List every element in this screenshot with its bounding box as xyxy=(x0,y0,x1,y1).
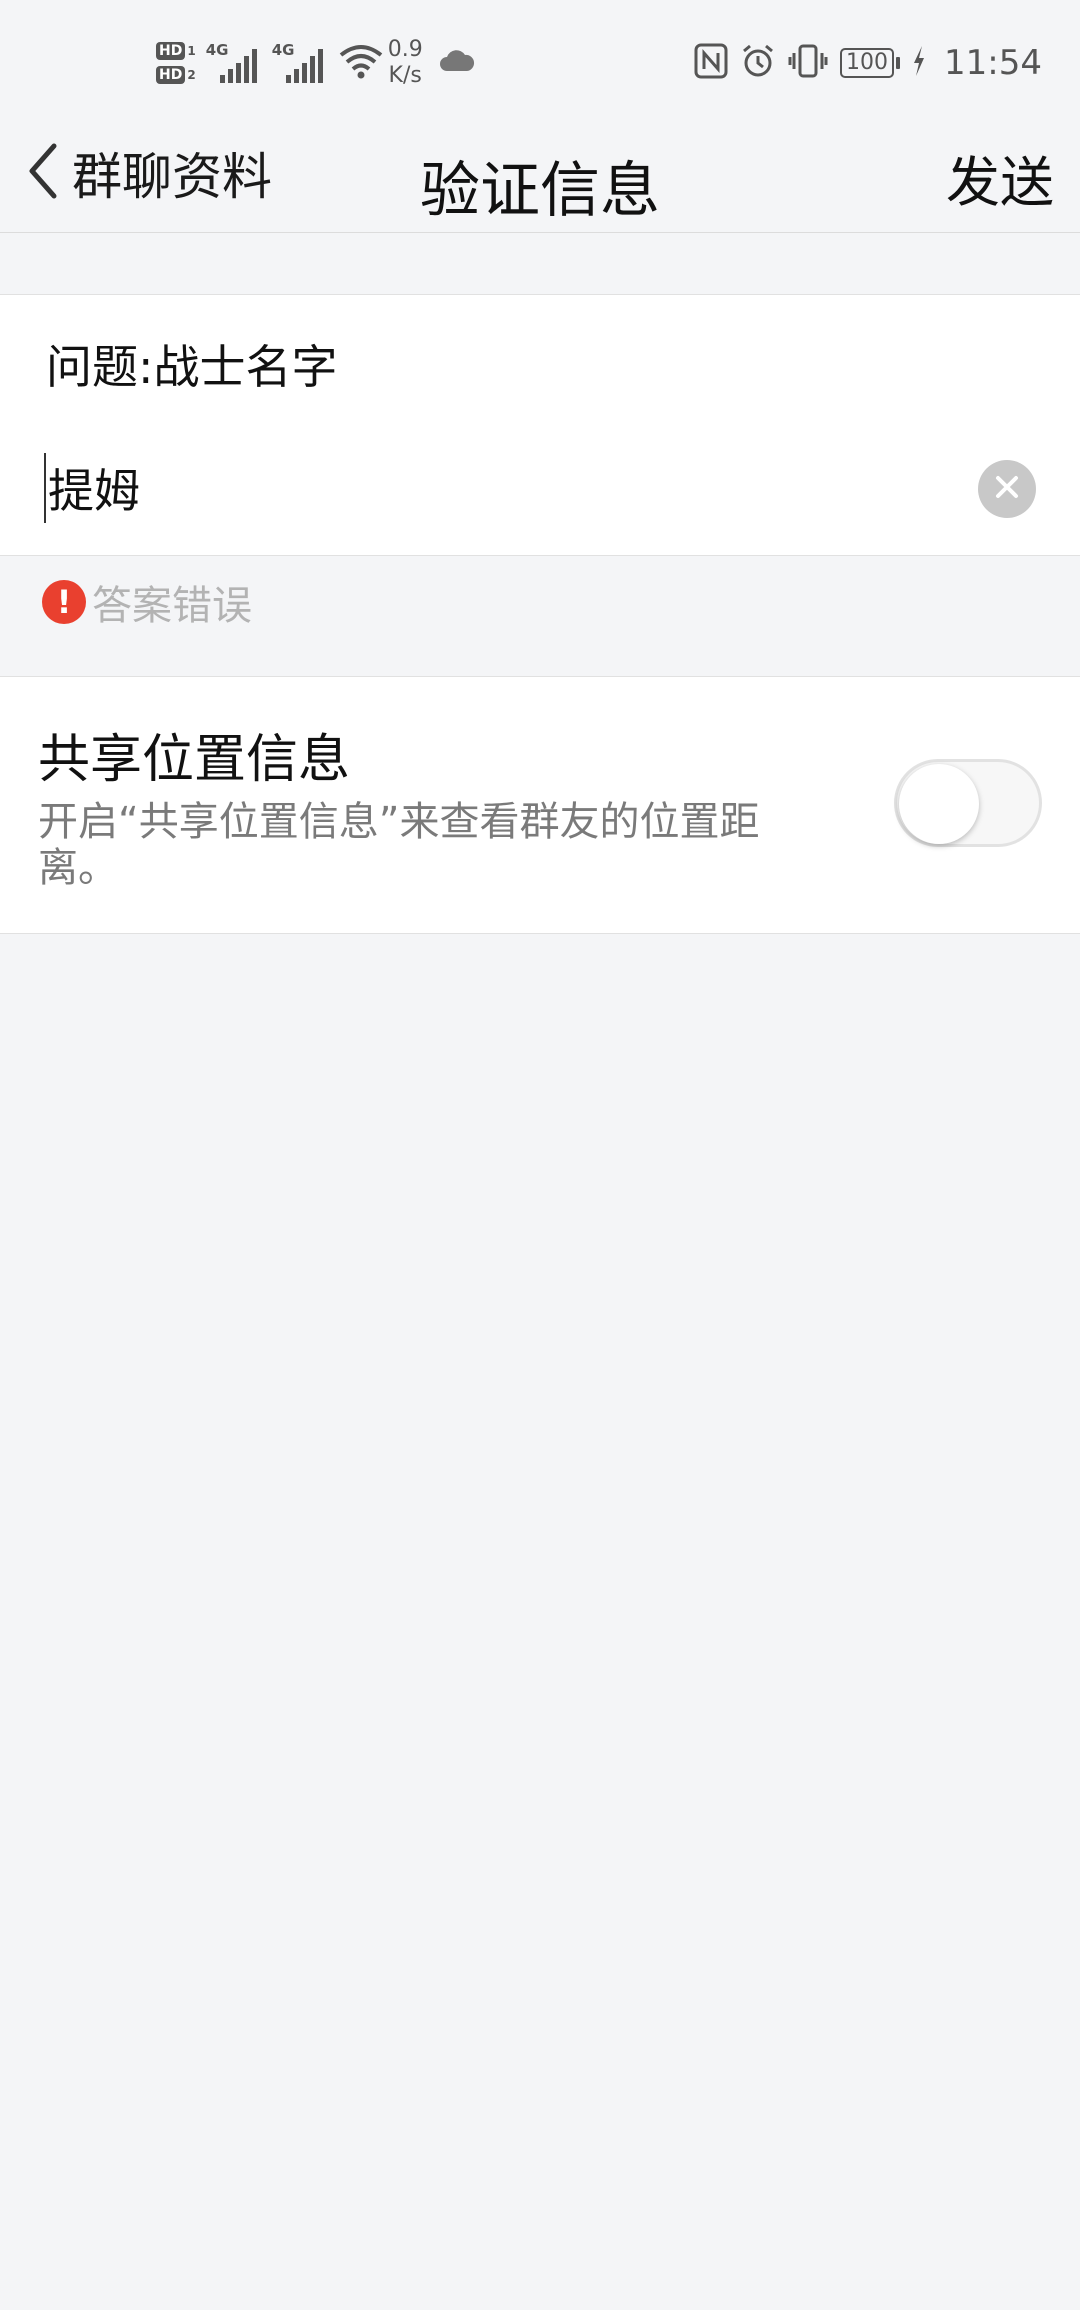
network-speed: 0.9 K/s xyxy=(388,37,423,89)
nfc-icon xyxy=(694,43,728,83)
error-message: ! 答案错误 xyxy=(42,572,252,632)
toggle-knob xyxy=(899,764,979,844)
network-speed-value: 0.9 xyxy=(387,37,423,62)
hd2-num: 2 xyxy=(187,68,196,82)
clock: 11:54 xyxy=(944,43,1042,83)
hd-icon: HD 2 xyxy=(156,66,196,84)
wifi-icon xyxy=(338,43,384,83)
hd1-label: HD xyxy=(156,42,186,60)
battery-tip xyxy=(896,57,901,69)
status-bar-right: 100 11:54 xyxy=(694,30,1042,96)
clear-button[interactable] xyxy=(978,460,1036,518)
network-speed-unit: K/s xyxy=(388,63,422,88)
error-text: 答案错误 xyxy=(92,583,252,629)
share-location-toggle[interactable] xyxy=(894,759,1042,847)
share-location-description: 开启“共享位置信息”来查看群友的位置距离。 xyxy=(38,799,760,891)
share-location-title: 共享位置信息 xyxy=(38,730,351,790)
cloud-icon xyxy=(439,49,475,77)
hd-icon: HD 1 xyxy=(156,42,196,60)
charging-icon xyxy=(912,45,926,81)
error-icon: ! xyxy=(42,580,86,624)
share-location-row: 共享位置信息 开启“共享位置信息”来查看群友的位置距离。 xyxy=(0,676,1080,934)
title-bar: 群聊资料 验证信息 发送 xyxy=(0,120,1080,233)
hd-indicators: HD 1 HD 2 xyxy=(156,42,196,84)
signal-icon: 4G xyxy=(206,41,264,85)
signal-icon: 4G xyxy=(272,41,330,85)
send-button[interactable]: 发送 xyxy=(946,138,1054,217)
answer-input[interactable] xyxy=(44,453,928,523)
question-text: 问题:战士名字 xyxy=(46,340,338,394)
hd1-num: 1 xyxy=(187,44,196,58)
question-row: 问题:战士名字 xyxy=(0,294,1080,426)
close-icon xyxy=(992,472,1022,506)
battery-level: 100 xyxy=(840,48,895,78)
page-title: 验证信息 xyxy=(420,156,660,226)
status-bar: HD 1 HD 2 4G 4G 0.9 K/s 100 11:54 xyxy=(0,0,1080,120)
answer-row xyxy=(0,425,1080,556)
vibrate-icon xyxy=(788,43,828,83)
status-bar-left: HD 1 HD 2 4G 4G 0.9 K/s xyxy=(156,28,475,98)
alarm-icon xyxy=(740,43,776,83)
hd2-label: HD xyxy=(156,66,186,84)
battery-icon: 100 xyxy=(840,48,901,78)
